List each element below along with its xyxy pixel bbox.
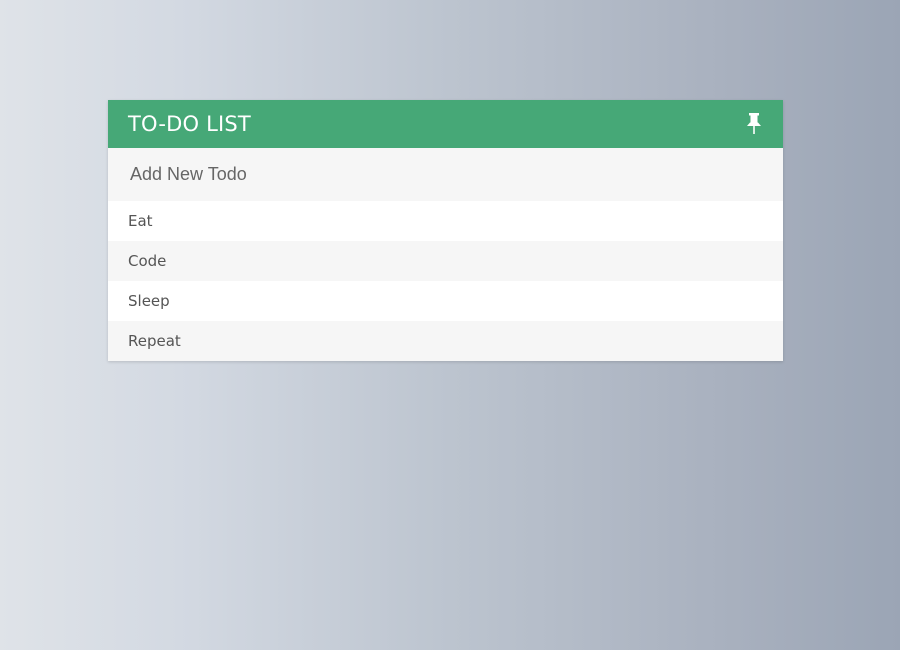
add-todo-input[interactable] [108, 148, 783, 201]
todo-item-repeat[interactable]: Repeat [108, 321, 783, 361]
todo-title: TO-DO LIST [128, 112, 251, 136]
todo-item-sleep[interactable]: Sleep [108, 281, 783, 321]
todo-card: TO-DO LIST Eat Code Sleep Repeat [108, 100, 783, 361]
todo-item-eat[interactable]: Eat [108, 201, 783, 241]
todo-item-code[interactable]: Code [108, 241, 783, 281]
todo-header: TO-DO LIST [108, 100, 783, 148]
todo-list: Eat Code Sleep Repeat [108, 201, 783, 361]
pin-icon-svg [747, 113, 761, 134]
pin-icon[interactable] [743, 111, 765, 137]
